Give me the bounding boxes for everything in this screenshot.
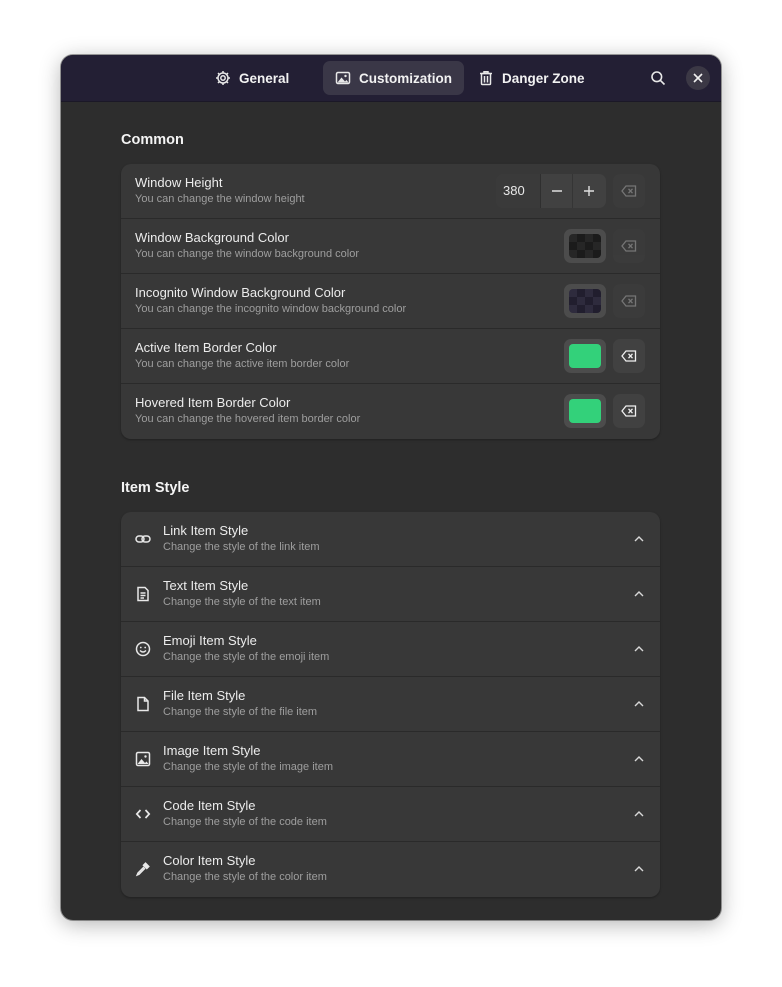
preferences-window: General Customization Danger Zone Common… bbox=[61, 55, 721, 920]
row-title: Hovered Item Border Color bbox=[135, 395, 291, 410]
row-subtitle: Change the style of the code item bbox=[163, 816, 327, 828]
row-image-item-style[interactable]: Image Item Style Change the style of the… bbox=[121, 732, 660, 787]
minus-icon bbox=[551, 185, 563, 197]
color-swatch bbox=[569, 399, 601, 423]
backspace-icon bbox=[621, 295, 637, 307]
row-subtitle: Change the style of the link item bbox=[163, 541, 320, 553]
increment-button[interactable] bbox=[573, 174, 605, 208]
file-icon bbox=[135, 696, 151, 712]
chevron-up-icon bbox=[632, 862, 646, 876]
color-swatch bbox=[569, 344, 601, 368]
backspace-icon bbox=[621, 185, 637, 197]
document-icon bbox=[135, 586, 151, 602]
tab-general-label: General bbox=[239, 70, 290, 86]
backspace-icon bbox=[621, 350, 637, 362]
chevron-up-icon bbox=[632, 807, 646, 821]
row-subtitle: Change the style of the color item bbox=[163, 871, 327, 883]
reset-incognito-background-color-button[interactable] bbox=[613, 284, 645, 318]
tab-customization-label: Customization bbox=[359, 70, 452, 86]
row-hovered-item-border-color: Hovered Item Border Color You can change… bbox=[121, 384, 660, 439]
reset-hovered-item-border-color-button[interactable] bbox=[613, 394, 645, 428]
row-subtitle: You can change the window height bbox=[135, 193, 305, 205]
row-title: Code Item Style bbox=[163, 798, 256, 813]
row-link-item-style[interactable]: Link Item Style Change the style of the … bbox=[121, 512, 660, 567]
row-title: Emoji Item Style bbox=[163, 633, 257, 648]
plus-icon bbox=[583, 185, 595, 197]
emoji-icon bbox=[135, 641, 151, 657]
close-icon bbox=[693, 73, 703, 83]
row-subtitle: You can change the active item border co… bbox=[135, 358, 350, 370]
section-title-common: Common bbox=[121, 132, 184, 148]
decrement-button[interactable] bbox=[541, 174, 573, 208]
reset-active-item-border-color-button[interactable] bbox=[613, 339, 645, 373]
row-subtitle: You can change the hovered item border c… bbox=[135, 413, 361, 425]
incognito-background-color-button[interactable] bbox=[564, 284, 606, 318]
section-title-item-style: Item Style bbox=[121, 480, 190, 496]
search-icon bbox=[650, 70, 666, 86]
row-title: Incognito Window Background Color bbox=[135, 285, 346, 300]
chevron-up-icon bbox=[632, 587, 646, 601]
gear-icon bbox=[215, 70, 231, 86]
row-title: Link Item Style bbox=[163, 523, 249, 538]
row-text-item-style[interactable]: Text Item Style Change the style of the … bbox=[121, 567, 660, 622]
row-title: Window Background Color bbox=[135, 230, 289, 245]
active-item-border-color-button[interactable] bbox=[564, 339, 606, 373]
link-icon bbox=[135, 531, 151, 547]
image-icon bbox=[335, 70, 351, 86]
chevron-up-icon bbox=[632, 642, 646, 656]
reset-window-height-button[interactable] bbox=[613, 174, 645, 208]
close-button[interactable] bbox=[686, 66, 710, 90]
window-height-input[interactable]: 380 bbox=[496, 174, 541, 208]
hovered-item-border-color-button[interactable] bbox=[564, 394, 606, 428]
row-subtitle: Change the style of the file item bbox=[163, 706, 318, 718]
row-title: Text Item Style bbox=[163, 578, 249, 593]
window-height-spinbutton: 380 bbox=[496, 174, 606, 208]
color-swatch bbox=[569, 234, 601, 258]
row-subtitle: Change the style of the image item bbox=[163, 761, 333, 773]
color-swatch bbox=[569, 289, 601, 313]
row-subtitle: Change the style of the text item bbox=[163, 596, 321, 608]
row-incognito-window-background-color: Incognito Window Background Color You ca… bbox=[121, 274, 660, 329]
row-title: Image Item Style bbox=[163, 743, 261, 758]
tab-danger-zone-label: Danger Zone bbox=[502, 70, 585, 86]
code-icon bbox=[135, 806, 151, 822]
row-window-height: Window Height You can change the window … bbox=[121, 164, 660, 219]
row-color-item-style[interactable]: Color Item Style Change the style of the… bbox=[121, 842, 660, 897]
tab-general[interactable]: General bbox=[203, 61, 301, 95]
tab-danger-zone[interactable]: Danger Zone bbox=[466, 61, 597, 95]
item-style-group: Link Item Style Change the style of the … bbox=[121, 512, 660, 897]
chevron-up-icon bbox=[632, 532, 646, 546]
chevron-up-icon bbox=[632, 752, 646, 766]
row-title: Active Item Border Color bbox=[135, 340, 277, 355]
tab-customization[interactable]: Customization bbox=[323, 61, 464, 95]
image-icon bbox=[135, 751, 151, 767]
row-subtitle: You can change the window background col… bbox=[135, 248, 360, 260]
row-file-item-style[interactable]: File Item Style Change the style of the … bbox=[121, 677, 660, 732]
common-settings-group: Window Height You can change the window … bbox=[121, 164, 660, 439]
window-background-color-button[interactable] bbox=[564, 229, 606, 263]
chevron-up-icon bbox=[632, 697, 646, 711]
row-subtitle: Change the style of the emoji item bbox=[163, 651, 330, 663]
row-title: File Item Style bbox=[163, 688, 246, 703]
search-button[interactable] bbox=[646, 66, 670, 90]
header-bar: General Customization Danger Zone bbox=[61, 55, 721, 102]
backspace-icon bbox=[621, 240, 637, 252]
reset-window-background-color-button[interactable] bbox=[613, 229, 645, 263]
row-title: Window Height bbox=[135, 175, 223, 190]
trash-icon bbox=[478, 70, 494, 86]
backspace-icon bbox=[621, 405, 637, 417]
row-subtitle: You can change the incognito window back… bbox=[135, 303, 407, 315]
row-window-background-color: Window Background Color You can change t… bbox=[121, 219, 660, 274]
row-code-item-style[interactable]: Code Item Style Change the style of the … bbox=[121, 787, 660, 842]
row-title: Color Item Style bbox=[163, 853, 256, 868]
row-active-item-border-color: Active Item Border Color You can change … bbox=[121, 329, 660, 384]
row-emoji-item-style[interactable]: Emoji Item Style Change the style of the… bbox=[121, 622, 660, 677]
color-picker-icon bbox=[135, 861, 151, 877]
